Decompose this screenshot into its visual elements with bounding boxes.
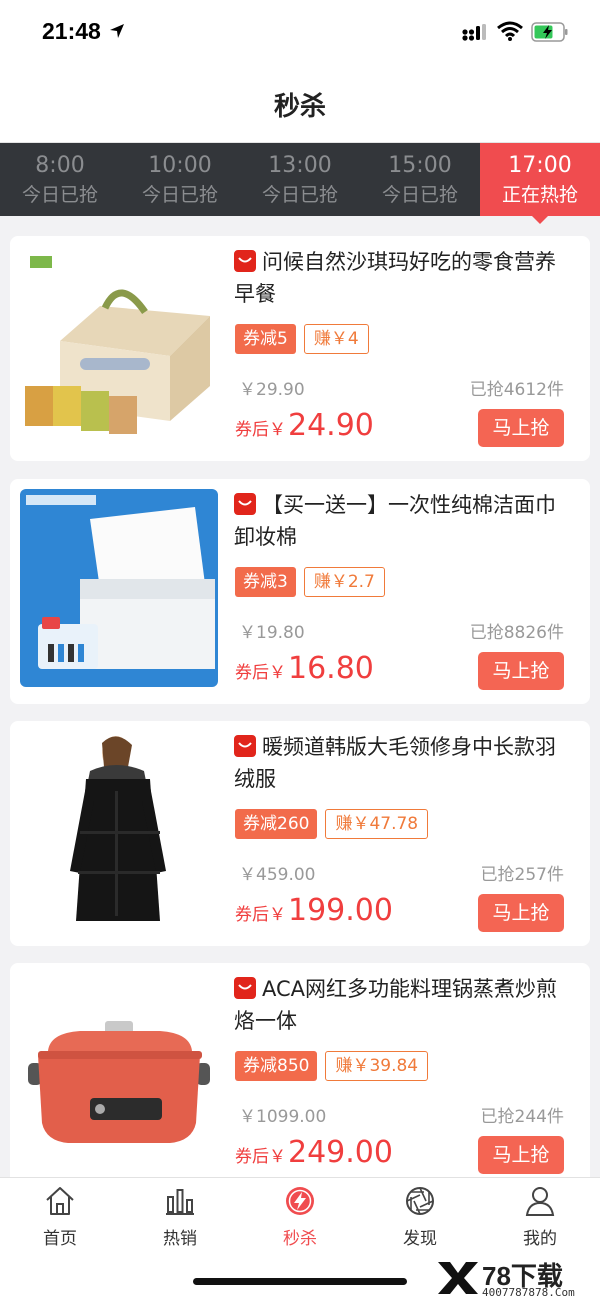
product-title-text: ACA网红多功能料理锅蒸煮炒煎烙一体 — [234, 977, 558, 1033]
time-tab-time: 15:00 — [388, 153, 452, 178]
tab-label: 发现 — [403, 1229, 437, 1249]
time-tab-status: 今日已抢 — [381, 184, 458, 206]
tmall-icon — [234, 977, 256, 999]
user-icon — [525, 1187, 555, 1216]
time-tab-time: 10:00 — [148, 153, 212, 178]
product-image-cotton-towel — [20, 489, 218, 687]
tag-row: 券减260 赚￥47.78 — [235, 809, 429, 841]
after-coupon-label: 券后￥ — [235, 420, 286, 440]
product-title-text: 问候自然沙琪玛好吃的零食营养早餐 — [234, 250, 556, 306]
flash-sale-time-tabs: 8:00 今日已抢 10:00 今日已抢 13:00 今日已抢 15:00 今日… — [0, 143, 600, 224]
coupon-tag: 券减5 — [235, 324, 296, 354]
product-image-cooking-pot — [20, 973, 218, 1171]
original-price: ￥459.00 — [239, 865, 316, 885]
after-coupon-label: 券后￥ — [235, 1147, 286, 1167]
tmall-icon — [234, 735, 256, 757]
tag-row: 券减850 赚￥39.84 — [235, 1051, 429, 1083]
after-coupon-label: 券后￥ — [235, 905, 286, 925]
location-arrow-icon — [110, 24, 124, 38]
tab-label: 我的 — [523, 1229, 557, 1249]
bar-chart-icon — [166, 1189, 194, 1215]
tab-discover[interactable]: 发现 — [360, 1184, 480, 1249]
time-tab-status: 今日已抢 — [21, 184, 98, 206]
time-tab-time: 17:00 — [508, 153, 572, 178]
time-tab-time: 13:00 — [268, 153, 332, 178]
tmall-icon — [234, 493, 256, 515]
buy-now-button[interactable]: 马上抢 — [478, 409, 564, 447]
after-coupon-price: 券后￥249.00 — [235, 1135, 393, 1170]
after-coupon-value: 199.00 — [288, 893, 393, 928]
tab-profile[interactable]: 我的 — [480, 1184, 600, 1249]
product-title-text: 暖频道韩版大毛领修身中长款羽绒服 — [234, 735, 556, 791]
after-coupon-price: 券后￥16.80 — [235, 651, 374, 686]
earn-tag: 赚￥4 — [303, 324, 369, 354]
original-price: ￥19.80 — [239, 623, 305, 643]
watermark-subtext: 4007787878.Com — [482, 1286, 575, 1299]
coupon-tag: 券减3 — [235, 567, 296, 597]
product-image-snack-box — [20, 246, 218, 444]
tab-hot-sales[interactable]: 热销 — [120, 1184, 240, 1249]
tab-home[interactable]: 首页 — [0, 1184, 120, 1249]
buy-now-button[interactable]: 马上抢 — [478, 652, 564, 690]
tag-row: 券减5 赚￥4 — [235, 324, 369, 356]
status-time: 21:48 — [42, 18, 101, 44]
time-tab-1500[interactable]: 15:00 今日已抢 — [360, 143, 480, 216]
sold-count: 已抢244件 — [480, 1107, 564, 1127]
tab-label: 秒杀 — [283, 1229, 317, 1249]
buy-now-button[interactable]: 马上抢 — [478, 1136, 564, 1174]
battery-charging-icon — [531, 22, 568, 42]
product-card[interactable]: ACA网红多功能料理锅蒸煮炒煎烙一体 券减850 赚￥39.84 ￥1099.0… — [10, 963, 590, 1188]
status-bar: 21:48 — [0, 0, 600, 66]
aperture-icon — [406, 1187, 434, 1215]
after-coupon-value: 16.80 — [288, 651, 374, 686]
nav-header: 秒杀 — [0, 66, 600, 143]
earn-tag: 赚￥39.84 — [325, 1051, 429, 1081]
buy-now-button[interactable]: 马上抢 — [478, 894, 564, 932]
sold-count: 已抢8826件 — [469, 623, 564, 643]
page-title: 秒杀 — [273, 92, 326, 122]
sold-count: 已抢4612件 — [469, 380, 564, 400]
time-tab-status: 今日已抢 — [261, 184, 338, 206]
time-tab-status: 正在热抢 — [501, 184, 578, 206]
after-coupon-price: 券后￥24.90 — [235, 408, 374, 443]
tab-label: 热销 — [163, 1229, 197, 1249]
home-icon — [46, 1187, 74, 1215]
cellular-signal-icon — [462, 24, 486, 41]
after-coupon-price: 券后￥199.00 — [235, 893, 393, 928]
home-indicator — [193, 1278, 407, 1285]
time-tab-1700[interactable]: 17:00 正在热抢 — [480, 143, 600, 224]
product-title: ACA网红多功能料理锅蒸煮炒煎烙一体 — [234, 973, 564, 1037]
product-card[interactable]: 问候自然沙琪玛好吃的零食营养早餐 券减5 赚￥4 ￥29.90 已抢4612件 … — [10, 236, 590, 461]
product-image-down-coat — [20, 731, 218, 929]
time-tab-1300[interactable]: 13:00 今日已抢 — [240, 143, 360, 216]
product-title: 【买一送一】一次性纯棉洁面巾卸妆棉 — [234, 489, 564, 553]
sold-count: 已抢257件 — [480, 865, 564, 885]
time-tab-status: 今日已抢 — [141, 184, 218, 206]
product-title: 暖频道韩版大毛领修身中长款羽绒服 — [234, 731, 564, 795]
coupon-tag: 券减260 — [235, 809, 318, 839]
after-coupon-label: 券后￥ — [235, 663, 286, 683]
tag-row: 券减3 赚￥2.7 — [235, 567, 385, 599]
wifi-icon — [497, 21, 523, 41]
original-price: ￥1099.00 — [239, 1107, 327, 1127]
time-tab-1000[interactable]: 10:00 今日已抢 — [120, 143, 240, 216]
time-tab-time: 8:00 — [35, 153, 85, 178]
product-title-text: 【买一送一】一次性纯棉洁面巾卸妆棉 — [234, 493, 556, 549]
original-price: ￥29.90 — [239, 380, 305, 400]
tab-flash-sale[interactable]: 秒杀 — [240, 1184, 360, 1249]
earn-tag: 赚￥47.78 — [325, 809, 429, 839]
product-title: 问候自然沙琪玛好吃的零食营养早餐 — [234, 246, 564, 310]
tab-label: 首页 — [43, 1229, 77, 1249]
time-tab-0800[interactable]: 8:00 今日已抢 — [0, 143, 120, 216]
after-coupon-value: 249.00 — [288, 1135, 393, 1170]
after-coupon-value: 24.90 — [288, 408, 374, 443]
product-card[interactable]: 暖频道韩版大毛领修身中长款羽绒服 券减260 赚￥47.78 ￥459.00 已… — [10, 721, 590, 946]
product-card[interactable]: 【买一送一】一次性纯棉洁面巾卸妆棉 券减3 赚￥2.7 ￥19.80 已抢882… — [10, 479, 590, 704]
lightning-icon — [286, 1187, 314, 1215]
earn-tag: 赚￥2.7 — [303, 567, 385, 597]
tmall-icon — [234, 250, 256, 272]
coupon-tag: 券减850 — [235, 1051, 318, 1081]
